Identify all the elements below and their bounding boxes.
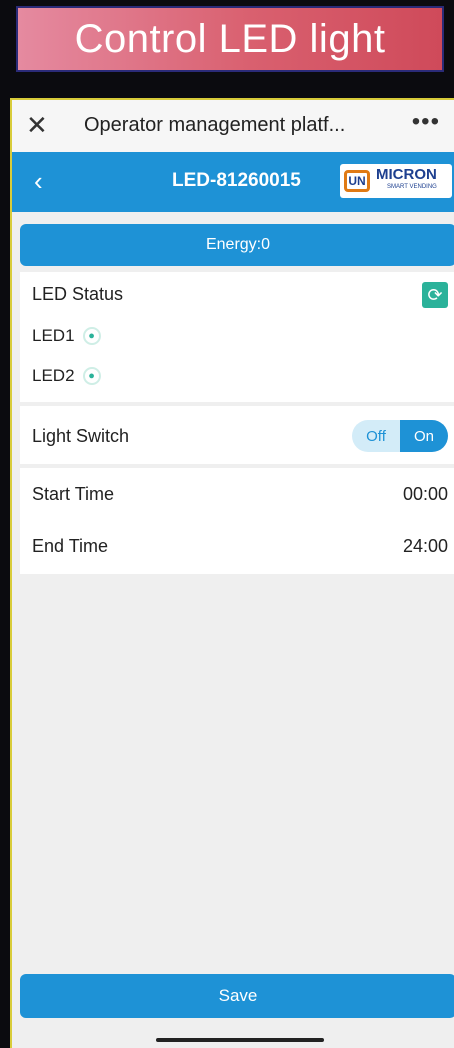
logo-mark: UN [344, 170, 370, 192]
refresh-icon[interactable]: ⟳ [422, 282, 448, 308]
start-time-value[interactable]: 00:00 [403, 484, 448, 505]
device-id-title: LED-81260015 [172, 170, 301, 191]
led-item-1: LED1 ● [32, 326, 101, 346]
led-item-2: LED2 ● [32, 366, 101, 386]
light-switch-row: Light Switch Off On [20, 406, 454, 464]
light-toggle[interactable]: Off On [352, 420, 448, 452]
bulb-icon: ● [82, 327, 101, 345]
led-status-label: LED Status [32, 284, 124, 304]
start-time-row[interactable]: Start Time 00:00 [20, 468, 454, 522]
more-options-icon[interactable]: ••• [412, 108, 440, 136]
start-time-label: Start Time [32, 484, 115, 504]
banner-text: Control LED light [74, 16, 386, 61]
bulb-icon: ● [82, 367, 101, 385]
phone-screen: ✕ Operator management platf... ••• ‹ LED… [10, 98, 454, 1048]
home-indicator [156, 1038, 324, 1042]
chevron-left-icon[interactable]: ‹ [34, 166, 43, 197]
close-icon[interactable]: ✕ [26, 110, 48, 140]
led-status-card: LED Status ⟳ LED1 ● LED2 ● [20, 272, 454, 402]
window-title: Operator management platf... [84, 114, 346, 136]
energy-bar: Energy:0 [20, 224, 454, 266]
save-label: Save [218, 986, 258, 1005]
led-label: LED1 [32, 326, 75, 345]
light-switch-label: Light Switch [32, 426, 130, 446]
save-button[interactable]: Save [20, 974, 454, 1018]
app-title-bar: ✕ Operator management platf... ••• [12, 100, 454, 152]
micron-logo: UN MICRON SMART VENDING [340, 164, 452, 198]
end-time-row[interactable]: End Time 24:00 [20, 520, 454, 574]
end-time-label: End Time [32, 536, 109, 556]
nav-bar: ‹ LED-81260015 UN MICRON SMART VENDING [12, 152, 454, 212]
energy-text: Energy:0 [205, 236, 271, 253]
logo-brand: MICRON [376, 166, 437, 183]
toggle-off-option[interactable]: Off [352, 420, 400, 452]
led-label: LED2 [32, 366, 75, 385]
banner-title: Control LED light [16, 6, 444, 72]
toggle-on-option[interactable]: On [400, 420, 448, 452]
end-time-value[interactable]: 24:00 [403, 536, 448, 557]
